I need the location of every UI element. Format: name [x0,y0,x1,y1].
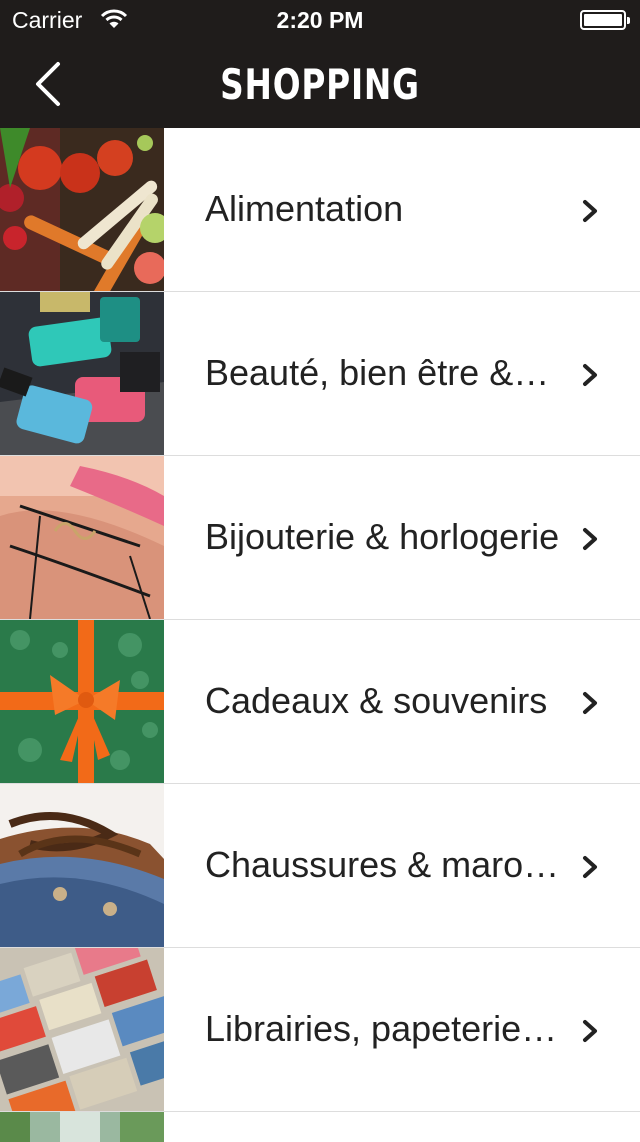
navigation-bar: SHOPPING [0,40,640,128]
chevron-right-icon [583,1020,597,1042]
chevron-right-icon [583,692,597,714]
list-item[interactable]: Cadeaux & souvenirs [0,620,640,784]
category-list: Alimentation Beauté, bien être &… Bijout… [0,128,640,1142]
page-title: SHOPPING [220,60,420,109]
books-photo [0,948,164,1111]
list-item[interactable]: Alimentation [0,128,640,292]
list-item[interactable]: Chaussures & maro… [0,784,640,948]
category-label: Chaussures & maro… [205,844,560,885]
shoe-laces-photo [0,784,164,947]
list-item[interactable]: Librairies, papeterie… [0,948,640,1112]
category-label: Beauté, bien être &… [205,352,550,393]
chevron-right-icon [583,856,597,878]
chevron-right-icon [583,200,597,222]
battery-icon [580,10,630,30]
chevron-left-icon[interactable] [24,58,72,110]
plants-photo [0,1112,164,1142]
category-label: Bijouterie & horlogerie [205,516,560,557]
category-label: Alimentation [205,188,404,229]
nail-polish-photo [0,292,164,455]
bracelet-photo [0,456,164,619]
gift-ribbon-photo [0,620,164,783]
status-time: 2:20 PM [276,7,364,33]
list-item-partial[interactable] [0,1112,640,1142]
category-label: Librairies, papeterie… [205,1008,558,1049]
chevron-right-icon [583,528,597,550]
list-item[interactable]: Beauté, bien être &… [0,292,640,456]
vegetables-photo [0,128,164,291]
status-bar: Carrier 2:20 PM [0,0,640,40]
chevron-right-icon [583,364,597,386]
list-item[interactable]: Bijouterie & horlogerie [0,456,640,620]
category-label: Cadeaux & souvenirs [205,680,548,721]
